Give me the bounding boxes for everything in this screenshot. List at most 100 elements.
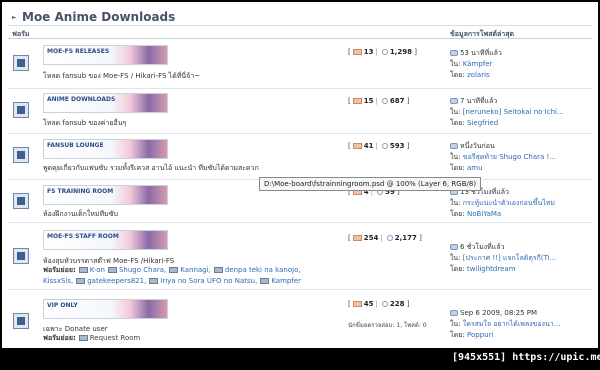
category-title[interactable]: Moe Anime Downloads xyxy=(22,10,175,24)
subforum-link[interactable]: gatekeepers821, xyxy=(87,277,146,285)
last-thread-link[interactable]: ใครสมใจ อยากได้เพลงของนา... xyxy=(463,320,561,328)
forum-status-icon xyxy=(13,193,29,209)
banner-label: FANSUB LOUNGE xyxy=(47,142,104,149)
last-post-info: 53 นาทีที่แล้ว ใน: Kämpfer โดย: zolaris xyxy=(450,48,590,81)
forum-description: ห้องฝึกงานเด็กใหม่ทีมซับ xyxy=(43,210,118,218)
forum-status-icon xyxy=(13,147,29,163)
last-user-link[interactable]: Poppuri xyxy=(467,331,493,339)
category-header: ► Moe Anime Downloads xyxy=(8,8,592,26)
subforum-icon xyxy=(260,278,270,284)
banner-label: VIP Only xyxy=(47,302,78,309)
last-post-time: Sep 6 2009, 08:25 PM xyxy=(460,309,538,317)
forum-description: พูดคุยเกี่ยวกับแฟนซับ รวมทั้งรีเควส อานไ… xyxy=(43,164,259,172)
subforum-icon xyxy=(107,267,117,273)
last-thread-link[interactable]: Kämpfer xyxy=(463,60,493,68)
subforum-link[interactable]: Kannagi, xyxy=(180,266,211,274)
in-label: ใน: xyxy=(450,108,461,116)
last-user-link[interactable]: Siegfried xyxy=(467,119,498,127)
thread-count: 41 xyxy=(363,142,374,150)
last-post-time: 7 นาทีที่แล้ว xyxy=(460,97,498,105)
posts-icon xyxy=(381,49,388,55)
thread-count: 13 xyxy=(363,48,374,56)
forum-stats: [45 | 228 ] xyxy=(348,300,410,308)
last-post-info: 7 นาทีที่แล้ว ใน: [nerunekо] Seitokai no… xyxy=(450,96,590,129)
forum-banner-link[interactable]: MOE-FS STAFF ROOM xyxy=(43,230,168,250)
subforum-link[interactable]: KissxSis, xyxy=(43,277,73,285)
subforum-link[interactable]: Kampfer xyxy=(271,277,301,285)
last-post-icon[interactable] xyxy=(450,244,458,250)
in-label: ใน: xyxy=(450,60,461,68)
forum-banner-link[interactable]: ANIME DOWNLOADS xyxy=(43,93,168,113)
banner-label: MOE-FS STAFF ROOM xyxy=(47,233,119,240)
forum-banner-link[interactable]: VIP Only xyxy=(43,299,168,319)
last-user-link[interactable]: NoBiYaMa xyxy=(467,210,501,218)
image-tooltip: D:\Moe-board\fstrainningroom.psd @ 100% … xyxy=(259,177,482,191)
last-thread-link[interactable]: กระทู้แนะนำตัวเองก่อนขึ้นไหม่ xyxy=(463,199,555,207)
last-post-info: หนึ่งวันก่อน ใน: ขอรีสุดท้าย Shugo Chara… xyxy=(450,141,590,174)
last-post-icon[interactable] xyxy=(450,50,458,56)
by-label: โดย: xyxy=(450,210,465,218)
moderation-note: นักขี่มอตรวจสอบ: 1, โพสต์: 0 xyxy=(348,322,427,329)
subforum-link[interactable]: Shugo Chara, xyxy=(119,266,166,274)
in-label: ใน: xyxy=(450,199,461,207)
last-user-link[interactable]: amu xyxy=(467,164,483,172)
subforum-icon xyxy=(76,278,86,284)
posts-icon xyxy=(381,98,388,104)
forum-stats: [254 | 2,177 ] xyxy=(348,234,422,242)
last-post-icon[interactable] xyxy=(450,310,458,316)
forum-row: FANSUB LOUNGE พูดคุยเกี่ยวกับแฟนซับ รวมท… xyxy=(8,135,592,180)
last-thread-link[interactable]: [ประกาศ !!] แจกโลดิตุรกี(Ti... xyxy=(463,254,557,262)
forum-banner-link[interactable]: FS TRAINING ROOM xyxy=(43,185,168,205)
upload-watermark: [945x551] https://upic.me/ xyxy=(452,352,600,363)
last-user-link[interactable]: zolaris xyxy=(467,71,490,79)
threads-icon xyxy=(352,49,362,55)
in-label: ใน: xyxy=(450,320,461,328)
subforum-link[interactable]: K-on xyxy=(90,266,105,274)
subforum-link[interactable]: Iriya no Sora UFO no Natsu, xyxy=(160,277,257,285)
last-thread-link[interactable]: [nerunekо] Seitokai no Ichi... xyxy=(463,108,564,116)
forum-banner-link[interactable]: FANSUB LOUNGE xyxy=(43,139,168,159)
by-label: โดย: xyxy=(450,71,465,79)
by-label: โดย: xyxy=(450,164,465,172)
posts-icon xyxy=(381,301,388,307)
threads-icon xyxy=(352,235,362,241)
posts-icon xyxy=(386,235,393,241)
collapse-arrow-icon[interactable]: ► xyxy=(12,14,17,21)
forum-status-icon xyxy=(13,313,29,329)
subforum-link[interactable]: Request Room xyxy=(90,334,141,342)
by-label: โดย: xyxy=(450,265,465,273)
forum-stats: [13 | 1,298 ] xyxy=(348,48,417,56)
subforum-icon xyxy=(78,335,88,341)
last-post-icon[interactable] xyxy=(450,98,458,104)
subforum-link[interactable]: denpa teki na kanojo, xyxy=(225,266,301,274)
forum-row: MOE-FS RELEASES โหลด fansub ของ Moe-FS /… xyxy=(8,41,592,89)
forum-status-icon xyxy=(13,55,29,71)
posts-icon xyxy=(381,143,388,149)
post-count: 1,298 xyxy=(389,48,412,56)
banner-label: MOE-FS RELEASES xyxy=(47,48,110,55)
threads-icon xyxy=(352,143,362,149)
forum-panel: ► Moe Anime Downloads ฟอรัม ข้อมูลการโพส… xyxy=(2,2,598,348)
subforum-icon xyxy=(78,267,88,273)
last-user-link[interactable]: twilightdream xyxy=(467,265,516,273)
post-count: 2,177 xyxy=(394,234,417,242)
thread-count: 45 xyxy=(363,300,374,308)
in-label: ใน: xyxy=(450,153,461,161)
post-count: 687 xyxy=(389,97,405,105)
thread-count: 254 xyxy=(363,234,379,242)
post-count: 593 xyxy=(389,142,405,150)
subforum-icon xyxy=(149,278,159,284)
subforum-list: ฟอรัมย่อย: Request Room xyxy=(43,333,140,344)
forum-banner-link[interactable]: MOE-FS RELEASES xyxy=(43,45,168,65)
subforum-label: ฟอรัมย่อย: xyxy=(43,266,76,274)
subforum-label: ฟอรัมย่อย: xyxy=(43,334,76,342)
forum-description: โหลด fansub ของ Moe-FS / Hikari-FS ได้ที… xyxy=(43,72,201,80)
forum-status-icon xyxy=(13,102,29,118)
forum-row: VIP Only เฉพาะ Donate user ฟอรัมย่อย: Req… xyxy=(8,291,592,347)
last-thread-link[interactable]: ขอรีสุดท้าย Shugo Chara !... xyxy=(463,153,556,161)
forum-row: MOE-FS STAFF ROOM ห้องสุมหัวบรรดาสต๊าฟ M… xyxy=(8,224,592,290)
last-post-info: 6 ชั่วโมงที่แล้ว ใน: [ประกาศ !!] แจกโลดิ… xyxy=(450,242,590,275)
last-post-icon[interactable] xyxy=(450,143,458,149)
threads-icon xyxy=(352,301,362,307)
subforum-icon xyxy=(213,267,223,273)
